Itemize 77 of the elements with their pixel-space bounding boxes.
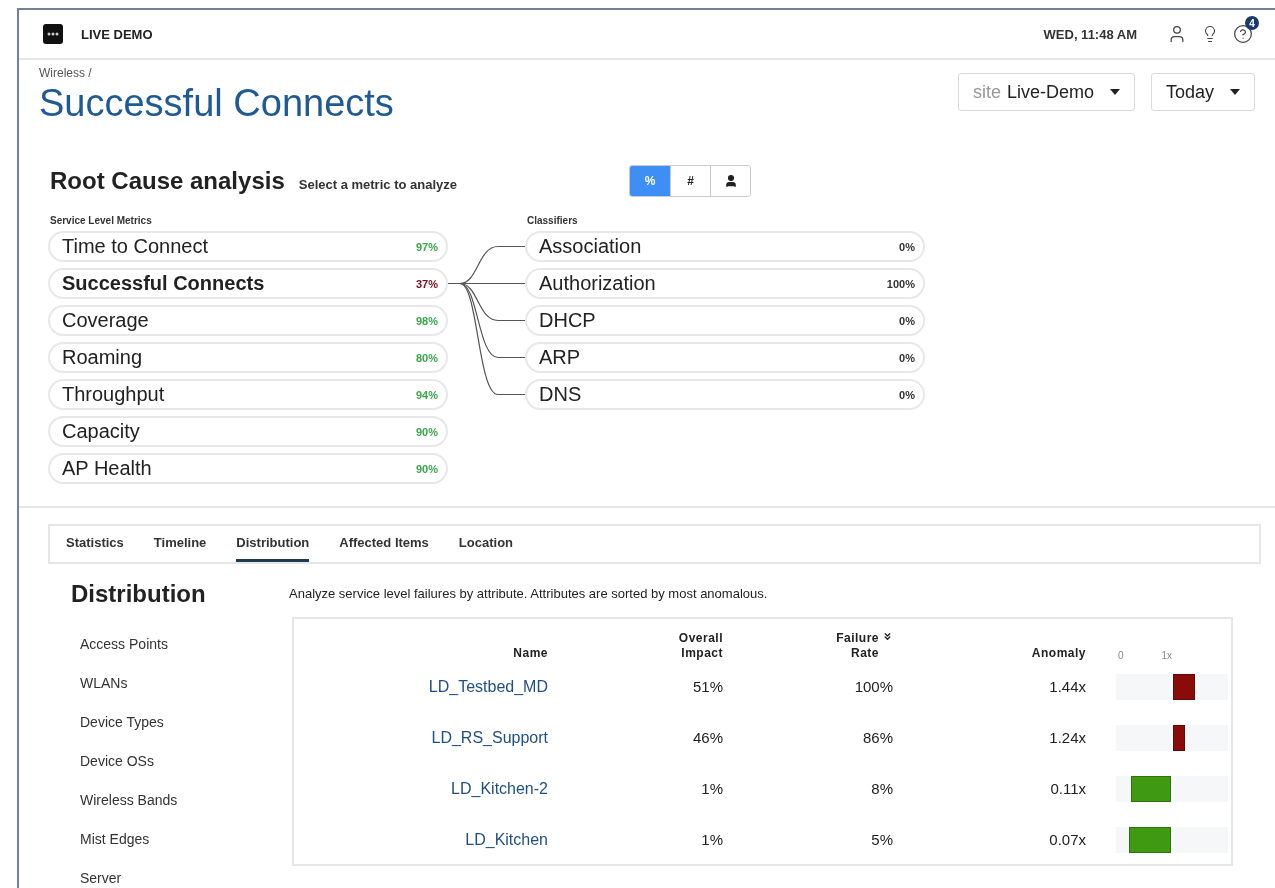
metric-item[interactable]: Roaming 80%: [48, 342, 448, 374]
column-header: Name: [513, 646, 548, 661]
attribute-item[interactable]: Mist Edges: [80, 829, 292, 849]
column-label: Classifiers: [526, 215, 579, 229]
metric-toggle[interactable]: [710, 166, 750, 197]
scale-tick: 1x: [1161, 650, 1173, 661]
table-cell: 1%: [701, 831, 723, 848]
metric-value: 98%: [415, 314, 438, 327]
description: Analyze service level failures by attribute. Attributes are sorted by most anomalous.: [289, 586, 769, 601]
metric-item[interactable]: Successful Connects 37%: [48, 268, 448, 300]
classifier-value: 0%: [899, 351, 915, 364]
metric-value: 90%: [415, 462, 438, 475]
org-name: LIVE DEMO: [81, 26, 153, 42]
table-cell: 46%: [692, 729, 723, 746]
attribute-item[interactable]: Device OSs: [80, 751, 292, 771]
table-cell: 51%: [692, 678, 723, 695]
metric-value: 80%: [415, 351, 438, 364]
table-cell: 8%: [871, 780, 893, 797]
section-title: Root Cause analysis: [50, 167, 285, 196]
classifier-value: 0%: [899, 314, 915, 327]
classifier-item[interactable]: Association 0%: [525, 231, 925, 263]
table-cell: 1.24x: [1049, 729, 1086, 746]
metric-value: 97%: [415, 240, 438, 253]
table-cell: 1.44x: [1049, 678, 1086, 695]
notification-badge: 4: [1245, 16, 1259, 31]
logo-icon: [43, 24, 63, 45]
table-cell: 86%: [862, 729, 893, 746]
table-cell: 5%: [871, 831, 893, 848]
classifier-value: 0%: [899, 388, 915, 401]
table-cell: 1%: [701, 780, 723, 797]
section-hint: Select a metric to analyze: [298, 176, 457, 192]
attribute-item[interactable]: Wireless Bands: [80, 790, 292, 810]
name-link[interactable]: LD_Testbed_MD: [428, 677, 548, 696]
metric-value: 90%: [415, 425, 438, 438]
metric-value: 94%: [415, 388, 438, 401]
name-link[interactable]: LD_Kitchen: [465, 830, 548, 849]
metric-value: 37%: [415, 277, 438, 290]
classifier-item[interactable]: ARP 0%: [525, 342, 925, 374]
breadcrumb: Wireless /: [39, 66, 93, 81]
classifier-item[interactable]: DNS 0%: [525, 379, 925, 411]
tab[interactable]: Statistics: [66, 526, 124, 562]
attribute-item[interactable]: Server: [80, 868, 292, 888]
table-cell: 0.07x: [1049, 831, 1086, 848]
filter-dropdown[interactable]: Today: [1150, 73, 1255, 112]
column-header[interactable]: Failure Rate: [815, 631, 879, 661]
metric-item[interactable]: AP Health 90%: [48, 453, 448, 485]
column-header: Anomaly: [1031, 646, 1086, 661]
filter-dropdown[interactable]: site Live-Demo: [957, 73, 1135, 112]
sort-icon[interactable]: [882, 631, 893, 642]
attribute-item[interactable]: Access Points: [80, 634, 292, 654]
column-header: Overall Impact: [677, 631, 723, 661]
attribute-item[interactable]: Device Types: [80, 712, 292, 732]
clock: WED, 11:48 AM: [1043, 26, 1137, 42]
attribute-item[interactable]: WLANs: [80, 673, 292, 693]
metric-item[interactable]: Time to Connect 97%: [48, 231, 448, 263]
table-cell: 100%: [854, 678, 893, 695]
metric-item[interactable]: Throughput 94%: [48, 379, 448, 411]
column-label: Service Level Metrics: [49, 215, 153, 229]
tab[interactable]: Affected Items: [339, 526, 429, 562]
classifier-item[interactable]: DHCP 0%: [525, 305, 925, 337]
caret-icon: [1109, 89, 1120, 96]
name-link[interactable]: LD_Kitchen-2: [451, 779, 548, 798]
section-title: Distribution: [71, 580, 207, 608]
person-icon: [723, 174, 738, 189]
metric-item[interactable]: Capacity 90%: [48, 416, 448, 448]
tab[interactable]: Distribution: [236, 526, 310, 562]
caret-icon: [1230, 89, 1240, 96]
scale-tick: 0: [1118, 650, 1124, 661]
classifier-item[interactable]: Authorization 100%: [525, 268, 925, 300]
classifier-value: 0%: [899, 240, 915, 253]
classifier-value: 100%: [886, 277, 915, 290]
tab[interactable]: Location: [458, 526, 513, 562]
table-cell: 0.11x: [1050, 780, 1086, 797]
tab[interactable]: Timeline: [153, 526, 207, 562]
metric-item[interactable]: Coverage 98%: [48, 305, 448, 337]
page-title: Successful Connects: [39, 82, 395, 126]
name-link[interactable]: LD_RS_Support: [431, 728, 548, 747]
